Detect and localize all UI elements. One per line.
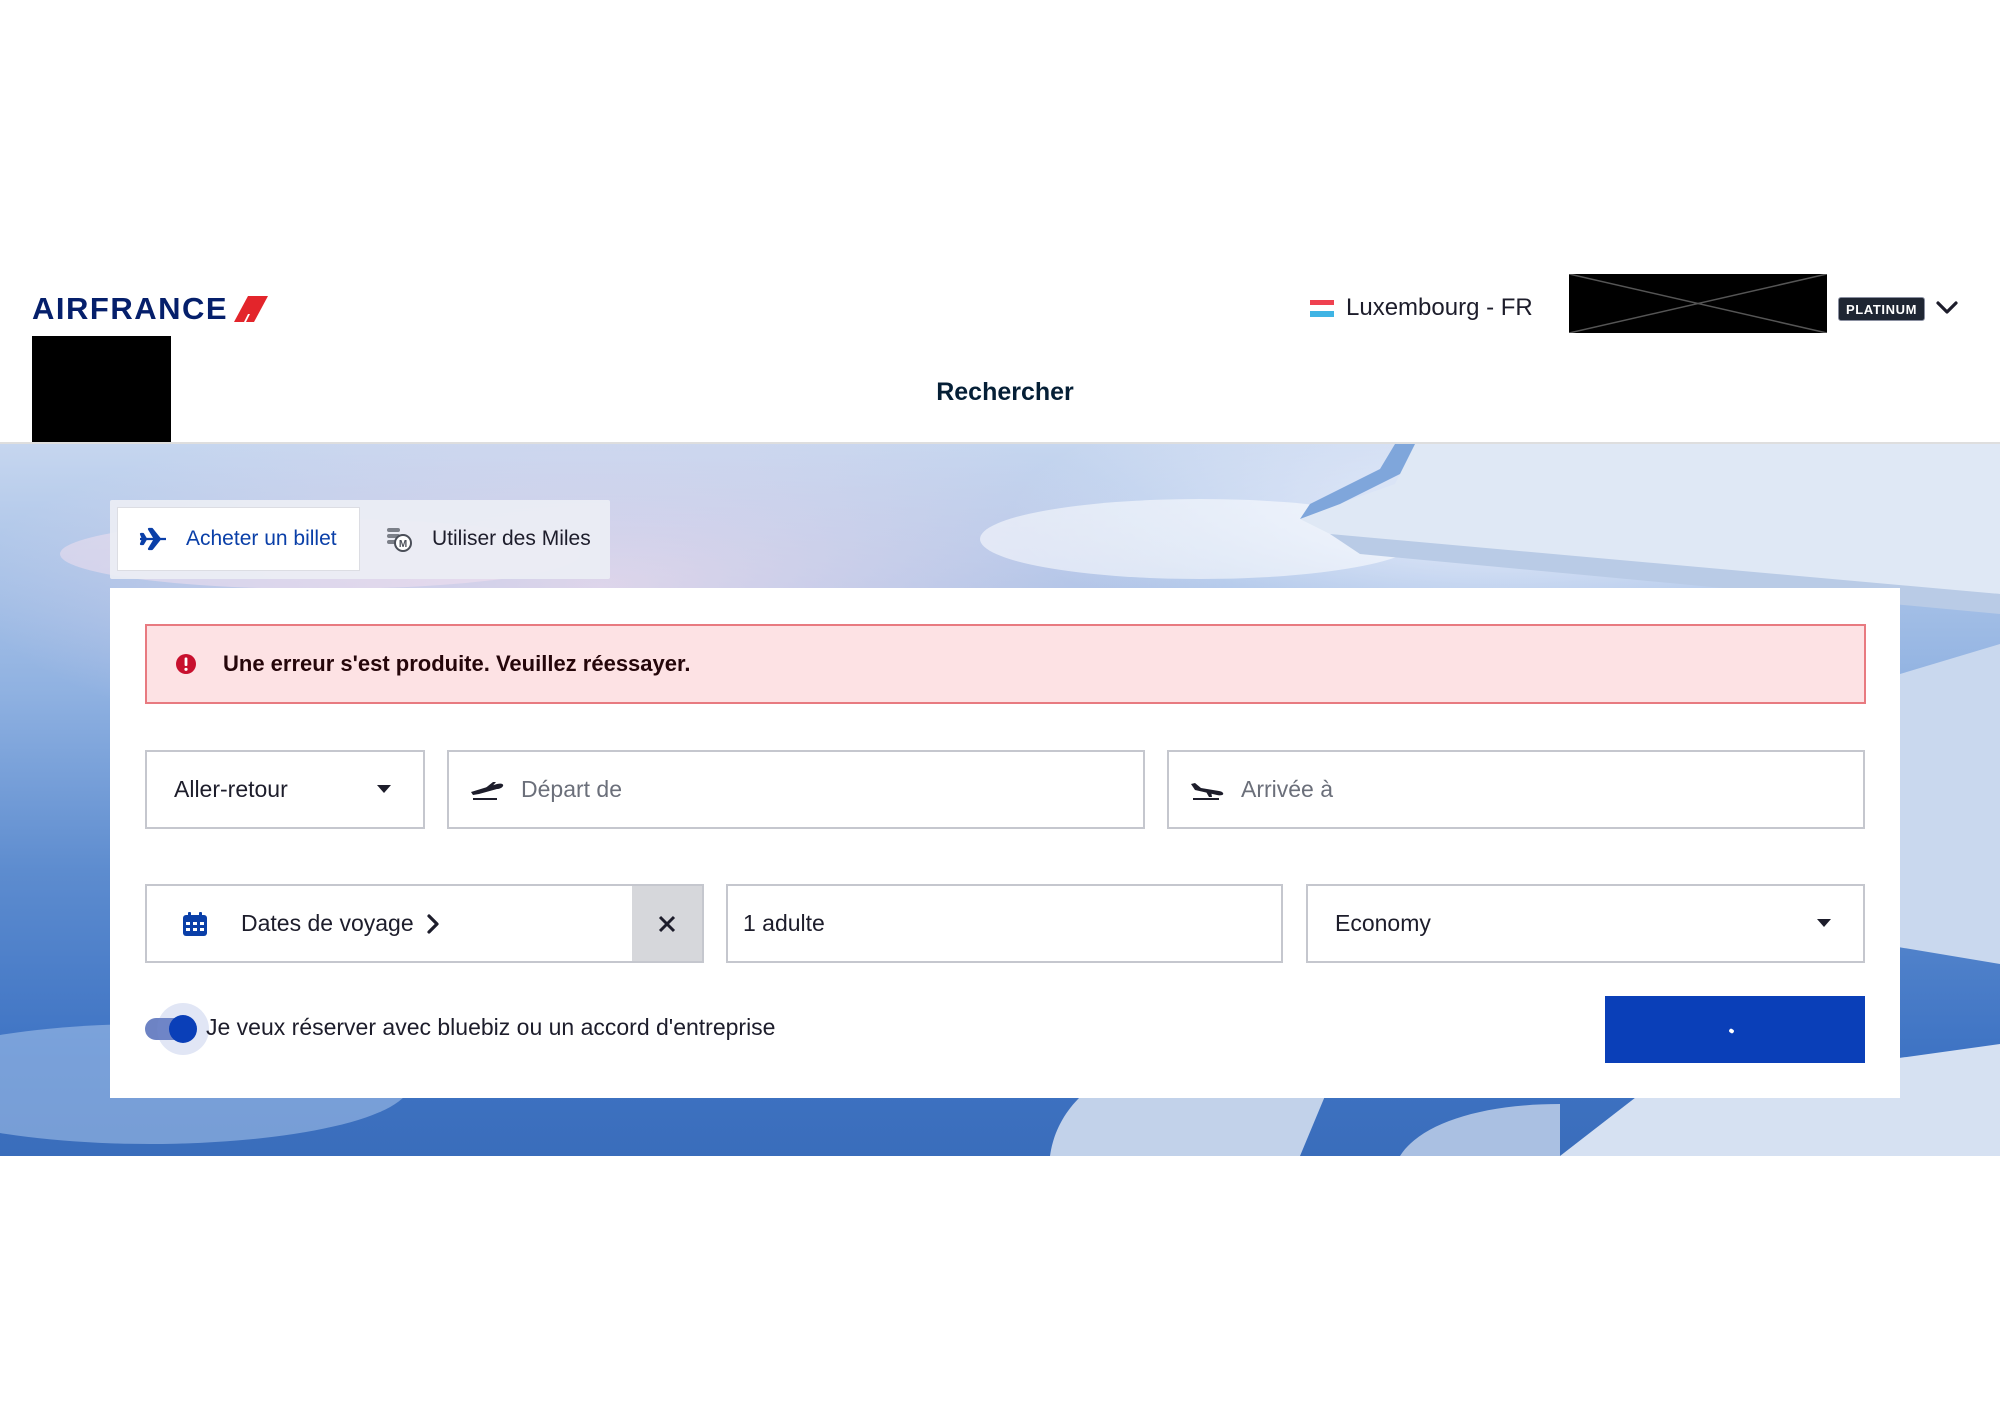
caret-down-icon: [377, 785, 391, 793]
corporate-booking-label: Je veux réserver avec bluebiz ou un acco…: [206, 1014, 776, 1040]
passengers-value: 1 adulte: [743, 910, 825, 936]
takeoff-icon: [471, 781, 504, 800]
corporate-booking-toggle[interactable]: [145, 1003, 209, 1055]
landing-icon: [1191, 782, 1224, 800]
trip-type-value: Aller-retour: [174, 776, 288, 802]
tier-badge: PLATINUM: [1838, 297, 1925, 321]
airfrance-logo[interactable]: AIRFRANCE: [32, 289, 269, 329]
locale-label: Luxembourg - FR: [1346, 294, 1533, 321]
loading-spinner-icon: [1728, 1027, 1735, 1035]
cabin-class-select[interactable]: Economy: [1306, 884, 1865, 963]
search-flights-button[interactable]: [1605, 996, 1865, 1063]
origin-input[interactable]: Départ de: [447, 750, 1145, 829]
destination-input[interactable]: Arrivée à: [1167, 750, 1865, 829]
caret-down-icon: [1817, 919, 1831, 927]
error-message: Une erreur s'est produite. Veuillez rées…: [223, 651, 691, 676]
chevron-down-icon[interactable]: [1932, 293, 1962, 323]
tab-buy-ticket[interactable]: Acheter un billet: [117, 507, 360, 571]
page-title: Rechercher: [936, 378, 1074, 406]
passengers-field[interactable]: 1 adulte: [726, 884, 1283, 963]
miles-coins-icon: M: [387, 528, 412, 552]
travel-dates-field[interactable]: Dates de voyage: [145, 884, 704, 963]
locale-selector[interactable]: Luxembourg - FR: [1310, 290, 1533, 326]
cabin-class-value: Economy: [1335, 910, 1431, 936]
redacted-account-name: [1569, 274, 1827, 333]
tab-use-miles-label: Utiliser des Miles: [432, 527, 591, 550]
plane-icon: [139, 527, 166, 551]
toggle-knob: [169, 1015, 197, 1043]
clear-dates-button[interactable]: [632, 886, 702, 961]
close-icon: [658, 915, 676, 932]
logo-wordmark: AIRFRANCE: [32, 291, 229, 326]
calendar-icon: [183, 911, 207, 936]
destination-placeholder: Arrivée à: [1241, 776, 1334, 802]
error-circle-icon: [176, 654, 196, 674]
error-alert: Une erreur s'est produite. Veuillez rées…: [145, 624, 1866, 704]
svg-text:M: M: [399, 539, 407, 550]
origin-placeholder: Départ de: [521, 776, 623, 802]
luxembourg-flag-icon: [1310, 299, 1334, 317]
tab-buy-ticket-label: Acheter un billet: [186, 527, 337, 550]
chevron-right-icon: [427, 913, 439, 934]
tab-use-miles[interactable]: M Utiliser des Miles: [382, 507, 604, 571]
travel-dates-label: Dates de voyage: [241, 910, 414, 936]
logo-flag-icon: [234, 296, 269, 322]
trip-type-select[interactable]: Aller-retour: [145, 750, 425, 829]
